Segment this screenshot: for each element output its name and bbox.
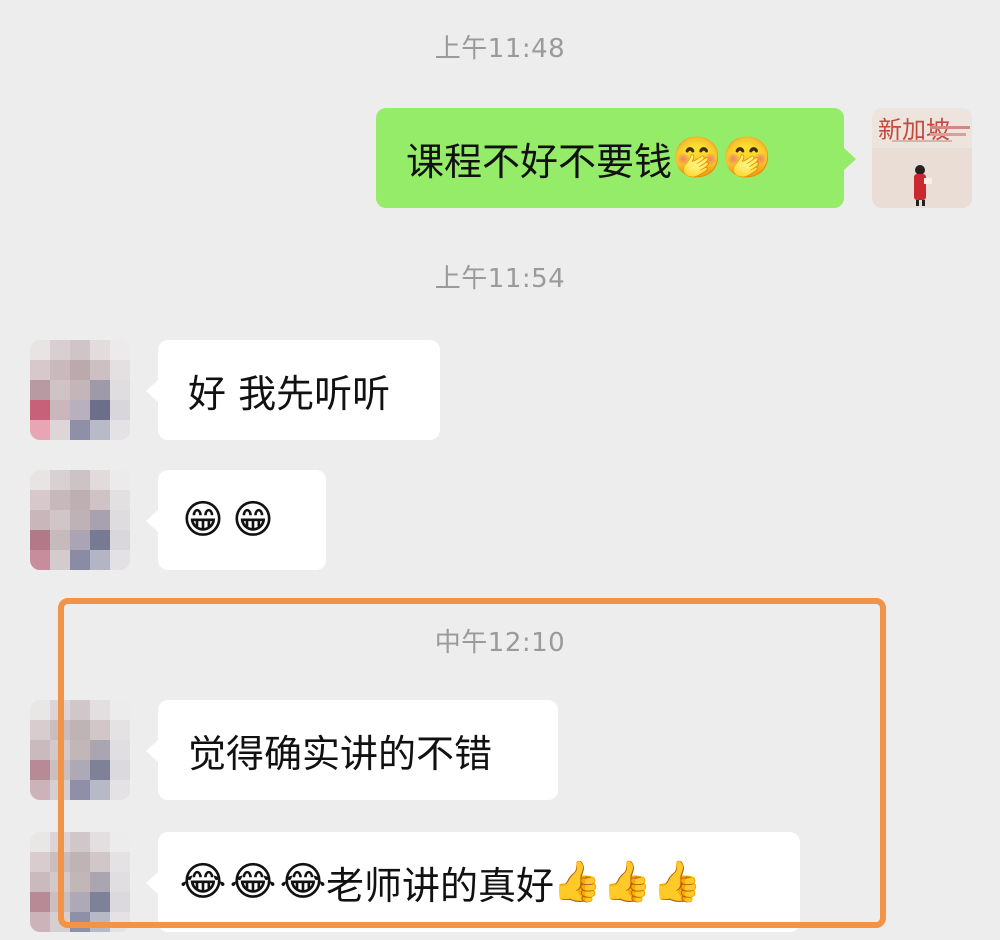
tears-of-joy-emoji: 😂	[229, 859, 277, 905]
message-text: 好 我先听听	[188, 371, 391, 416]
timestamp: 中午12:10	[434, 628, 566, 658]
grinning-emoji: 😁	[232, 497, 274, 543]
timestamp: 上午11:48	[434, 34, 566, 64]
message-text: 老师讲的真好	[326, 863, 555, 908]
message-bubble-incoming[interactable]: 😁 😁	[146, 470, 326, 570]
self-avatar[interactable]: 新加坡	[872, 108, 972, 208]
hand-over-mouth-emoji: 🤭	[672, 135, 722, 181]
tears-of-joy-emoji: 😂	[279, 859, 327, 905]
banner-lettering: 新加坡	[878, 116, 950, 144]
emoji-group: 😂 😂 😂	[179, 859, 327, 905]
grinning-emoji: 😁	[182, 497, 224, 543]
contact-avatar[interactable]	[30, 470, 130, 570]
thumbs-up-emoji: 👍	[552, 859, 602, 905]
emoji-group: 👍 👍 👍	[552, 859, 702, 905]
thumbs-up-emoji: 👍	[602, 859, 652, 905]
tears-of-joy-emoji: 😂	[179, 859, 227, 905]
avatar-photo: 新加坡	[872, 108, 972, 208]
emoji-group: 🤭 🤭	[672, 135, 772, 181]
svg-text:新加坡: 新加坡	[878, 116, 950, 144]
timestamp: 上午11:54	[434, 264, 566, 294]
message-bubble-outgoing[interactable]: 课程不好不要钱 🤭 🤭	[376, 108, 856, 208]
contact-avatar[interactable]	[30, 700, 130, 800]
hand-over-mouth-emoji: 🤭	[722, 135, 772, 181]
contact-avatar[interactable]	[30, 340, 130, 440]
emoji-group: 😁 😁	[180, 497, 276, 543]
thumbs-up-emoji: 👍	[652, 859, 702, 905]
contact-avatar[interactable]	[30, 832, 130, 932]
message-bubble-incoming[interactable]: 觉得确实讲的不错	[146, 700, 558, 800]
message-bubble-incoming[interactable]: 好 我先听听	[146, 340, 440, 440]
message-text: 课程不好不要钱	[406, 139, 673, 184]
message-text: 觉得确实讲的不错	[188, 731, 493, 776]
message-bubble-incoming[interactable]: 😂 😂 😂 老师讲的真好 👍 👍 👍	[146, 832, 800, 932]
